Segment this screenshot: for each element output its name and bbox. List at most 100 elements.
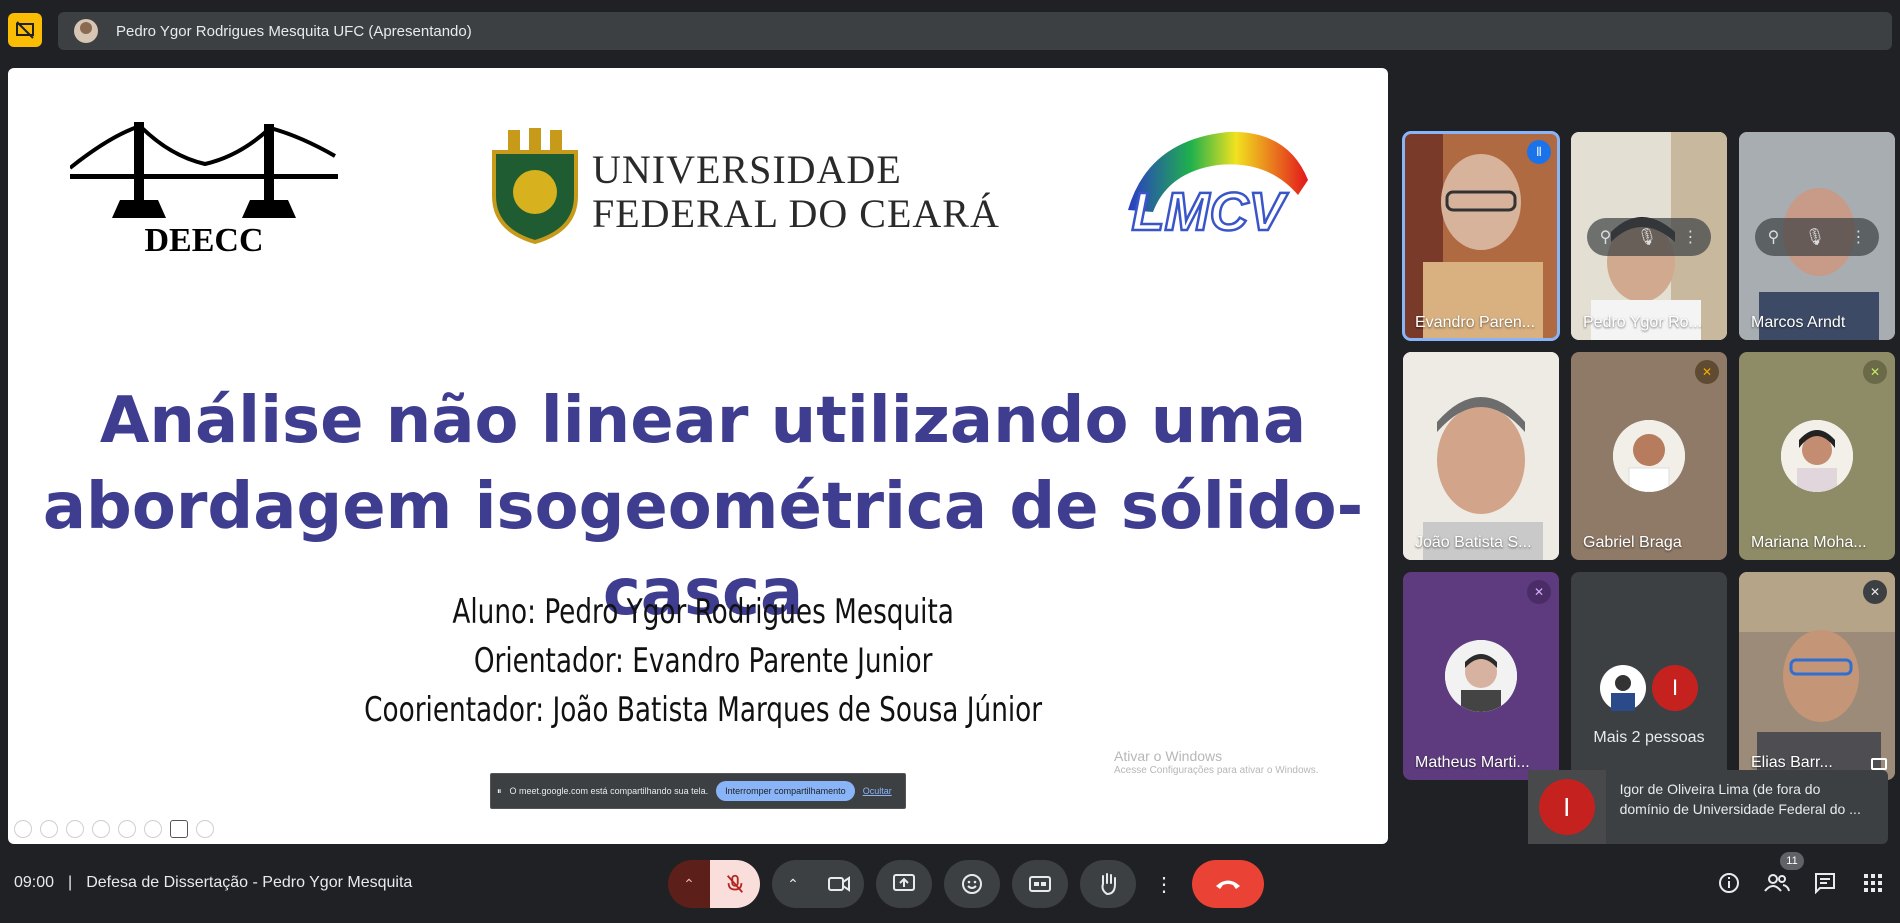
reactions-button[interactable]	[944, 860, 1000, 908]
activities-button[interactable]	[1860, 868, 1886, 898]
participant-tile[interactable]: ✕ Mariana Moha...	[1739, 352, 1895, 560]
more-icon[interactable]	[196, 820, 214, 838]
leave-call-button[interactable]	[1192, 860, 1264, 908]
stop-sharing-button[interactable]: Interromper compartilhamento	[716, 781, 855, 801]
lmcv-logo: LMCV	[1128, 131, 1308, 240]
more-people-tile[interactable]: I Mais 2 pessoas	[1571, 572, 1727, 780]
prev-slide-icon[interactable]	[14, 820, 32, 838]
avatar	[74, 19, 98, 43]
people-button[interactable]	[1764, 868, 1790, 898]
university-line1: UNIVERSIDADE	[592, 147, 902, 192]
menu-icon[interactable]	[144, 820, 162, 838]
mic-off-icon: ✕	[1695, 360, 1719, 384]
mic-icon[interactable]: 🎙	[1805, 227, 1825, 247]
camera-options-button[interactable]: ⌃	[772, 860, 814, 908]
deecc-logo: DEECC	[70, 122, 338, 256]
avatar-letter: I	[1652, 665, 1698, 711]
meeting-title: Defesa de Dissertação - Pedro Ygor Mesqu…	[86, 874, 413, 891]
participant-name: João Batista S...	[1415, 534, 1532, 551]
hide-notice-link[interactable]: Ocultar	[863, 786, 892, 796]
participant-tile[interactable]: João Batista S...	[1403, 352, 1559, 560]
slide-toolbar	[14, 820, 214, 838]
more-options-icon[interactable]: ⋮	[1850, 227, 1866, 247]
meeting-separator: |	[68, 874, 73, 891]
mic-icon[interactable]: 🎙	[1637, 227, 1657, 247]
raise-hand-button[interactable]	[1080, 860, 1136, 908]
pin-icon[interactable]: ⚲	[1600, 227, 1612, 247]
lmcv-logo-text: LMCV	[1132, 182, 1289, 240]
participant-tile[interactable]: ✕ Matheus Marti...	[1403, 572, 1559, 780]
info-icon	[1719, 873, 1739, 893]
meeting-info: 09:00 | Defesa de Dissertação - Pedro Yg…	[14, 874, 412, 892]
mic-toggle-button[interactable]	[710, 860, 760, 908]
captions-button[interactable]	[1012, 860, 1068, 908]
windows-watermark: Ativar o Windows Acesse Configurações pa…	[1114, 748, 1319, 776]
more-vert-icon: ⋮	[1154, 873, 1174, 896]
meeting-time: 09:00	[14, 874, 55, 891]
participant-tile[interactable]: ✕ Elias Barr...	[1739, 572, 1895, 780]
camera-control: ⌃	[772, 860, 864, 908]
pen-icon[interactable]	[66, 820, 84, 838]
next-slide-icon[interactable]	[40, 820, 58, 838]
participant-tile[interactable]: ✕ Gabriel Braga	[1571, 352, 1727, 560]
participant-name: Matheus Marti...	[1415, 754, 1530, 771]
camera-toggle-button[interactable]	[814, 860, 864, 908]
tile-controls: ⚲ 🎙 ⋮	[1755, 218, 1879, 256]
avatar	[1600, 665, 1646, 711]
present-screen-icon	[893, 874, 915, 891]
watermark-subtitle: Acesse Configurações para ativar o Windo…	[1114, 765, 1319, 776]
presenter-label: Pedro Ygor Rodrigues Mesquita UFC (Apres…	[116, 22, 472, 40]
watermark-title: Ativar o Windows	[1114, 748, 1223, 764]
emoji-icon	[962, 874, 982, 894]
participant-toast[interactable]: I Igor de Oliveira Lima (de fora do domí…	[1528, 770, 1888, 844]
people-count-badge: 11	[1780, 852, 1804, 870]
chat-icon	[1815, 873, 1835, 894]
more-options-button[interactable]: ⋮	[1148, 860, 1180, 908]
end-call-icon	[1216, 880, 1240, 889]
avatar	[1781, 420, 1853, 492]
meeting-details-button[interactable]	[1716, 868, 1742, 898]
participant-tile[interactable]: ⚲ 🎙 ⋮ Pedro Ygor Ro...	[1571, 132, 1727, 340]
camera-icon[interactable]	[170, 820, 188, 838]
shared-screen: DEECC UNIVERSIDADE FEDERAL DO CEARÁ LMCV…	[8, 68, 1388, 844]
presenting-icon[interactable]	[8, 13, 42, 47]
apps-grid-icon	[1864, 874, 1882, 892]
slide-title-line1: Análise não linear utilizando uma	[99, 384, 1307, 458]
side-controls	[1716, 868, 1886, 898]
pin-icon[interactable]: ⚲	[1768, 227, 1780, 247]
participant-name: Gabriel Braga	[1583, 534, 1682, 551]
copy-icon[interactable]	[92, 820, 110, 838]
hand-icon	[1101, 873, 1116, 896]
present-button[interactable]	[876, 860, 932, 908]
more-options-icon[interactable]: ⋮	[1682, 227, 1698, 247]
share-notice-text: O meet.google.com está compartilhando su…	[509, 786, 709, 796]
more-people-label: Mais 2 pessoas	[1593, 729, 1705, 746]
participant-name: Mariana Moha...	[1751, 534, 1867, 551]
pause-icon: ⏸	[497, 785, 502, 796]
tile-controls: ⚲ 🎙 ⋮	[1587, 218, 1711, 256]
avatar	[1445, 640, 1517, 712]
mic-options-button[interactable]: ⌃	[668, 860, 710, 908]
coadvisor-name: Coorientador: João Batista Marques de So…	[364, 690, 1043, 730]
advisor-name: Orientador: Evandro Parente Junior	[473, 641, 933, 681]
toast-text: Igor de Oliveira Lima (de fora do domíni…	[1619, 781, 1861, 817]
zoom-icon[interactable]	[118, 820, 136, 838]
call-controls: ⌃ ⌃ ⋮	[668, 860, 1264, 908]
picture-in-picture-icon[interactable]	[1871, 758, 1887, 770]
mic-off-icon	[726, 874, 744, 893]
participant-tile[interactable]: ⦀ Evandro Paren...	[1402, 131, 1560, 341]
student-name: Aluno: Pedro Ygor Rodrigues Mesquita	[452, 592, 954, 632]
ufc-crest	[492, 128, 578, 245]
participant-tile[interactable]: ⚲ 🎙 ⋮ Marcos Arndt	[1739, 132, 1895, 340]
mic-control: ⌃	[668, 860, 760, 908]
people-icon	[1764, 874, 1790, 892]
participant-name: Pedro Ygor Ro...	[1583, 314, 1702, 331]
university-line2: FEDERAL DO CEARÁ	[592, 191, 1000, 236]
avatar-letter: I	[1538, 779, 1595, 835]
meet-window: Pedro Ygor Rodrigues Mesquita UFC (Apres…	[0, 0, 1900, 923]
chat-button[interactable]	[1812, 868, 1838, 898]
toast-avatar-box: I	[1528, 770, 1606, 844]
participant-video	[1403, 352, 1559, 560]
more-people-avatars: I	[1600, 665, 1698, 711]
mic-off-icon: ✕	[1863, 360, 1887, 384]
